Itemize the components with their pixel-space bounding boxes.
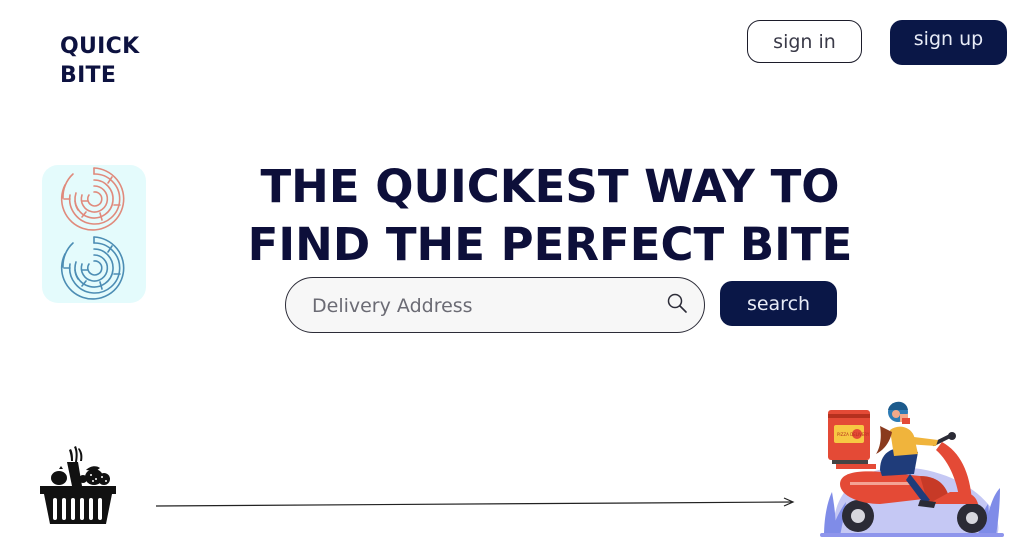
brand-line-1: QUICK [60, 34, 140, 59]
brand-line-2: BITE [60, 63, 117, 88]
arrow-right-icon [155, 497, 795, 507]
delivery-address-input[interactable] [310, 290, 664, 322]
search-box [285, 277, 705, 333]
search-button[interactable]: search [720, 281, 837, 326]
hero-line-1: THE QUICKEST WAY TO [260, 160, 840, 213]
pizza-box-label: PIZZA DELIVERY [837, 432, 870, 437]
hero-heading: THE QUICKEST WAY TO FIND THE PERFECT BIT… [240, 158, 860, 274]
sign-up-button[interactable]: sign up [890, 20, 1007, 65]
sign-in-button[interactable]: sign in [747, 20, 862, 63]
brand-logo[interactable]: QUICK BITE [60, 32, 139, 90]
maze-icon [60, 167, 125, 300]
search-icon[interactable] [666, 292, 688, 314]
delivery-scooter-icon: PIZZA DELIVERY [820, 401, 1004, 537]
hero-line-2: FIND THE PERFECT BITE [247, 218, 853, 271]
maze-card [42, 165, 146, 303]
grocery-basket-icon [40, 446, 116, 524]
